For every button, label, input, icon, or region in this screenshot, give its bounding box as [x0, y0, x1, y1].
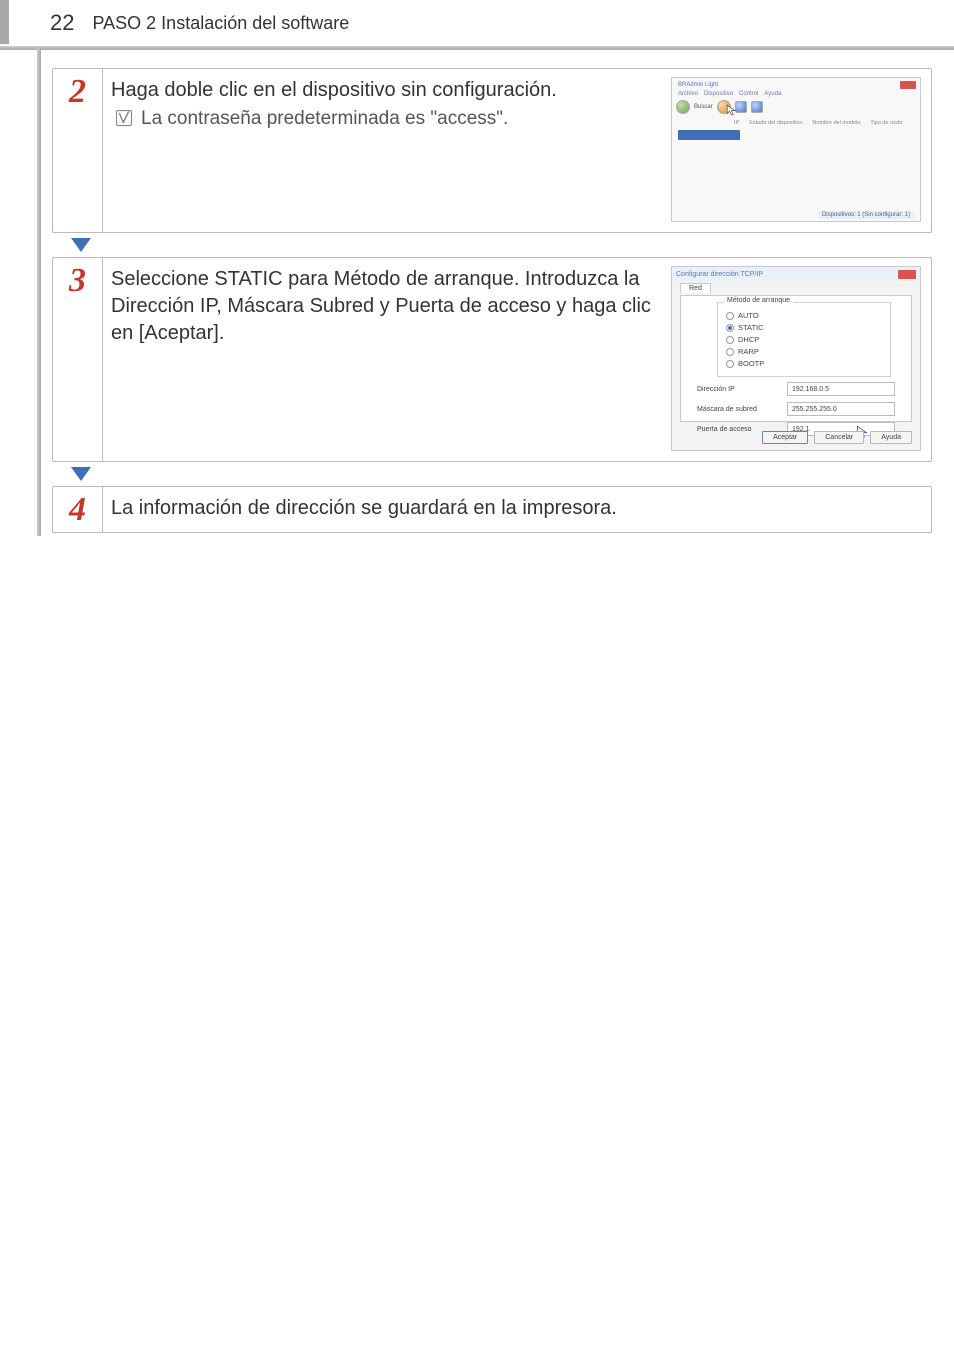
arrow-down-icon	[70, 466, 92, 482]
dialog-title: Configurar dirección TCP/IP	[676, 271, 763, 278]
help-button[interactable]: Ayuda	[870, 431, 912, 444]
step-text: Haga doble clic en el dispositivo sin co…	[111, 77, 661, 222]
radio-auto[interactable]: AUTO	[726, 311, 882, 320]
radio-label: BOOTP	[738, 359, 764, 368]
radio-label: STATIC	[738, 323, 764, 332]
radio-static[interactable]: STATIC	[726, 323, 882, 332]
boot-method-group: Método de arranque AUTO STATIC DHCP RARP…	[717, 302, 891, 377]
menu-item[interactable]: Ayuda	[764, 91, 781, 97]
status-bar: Dispositivos: 1 (Sin configurar: 1)	[818, 211, 914, 219]
step-number-cell: 3	[53, 258, 103, 461]
table-row-selected[interactable]	[678, 130, 740, 140]
ip-label: Dirección IP	[697, 386, 779, 393]
header-rule	[0, 46, 954, 50]
ok-button[interactable]: Aceptar	[762, 431, 808, 444]
column-header: IP	[734, 120, 739, 126]
screenshot-bradmin-window: BRAdmin Light Archivo Dispositivo Contro…	[671, 77, 921, 222]
menu-item[interactable]: Control	[739, 91, 758, 97]
step-instruction: La información de dirección se guardará …	[111, 495, 921, 522]
radio-label: RARP	[738, 347, 759, 356]
step-row-2: 2 Haga doble clic en el dispositivo sin …	[52, 68, 932, 233]
column-header: Tipo de nodo	[870, 120, 902, 126]
page-tab-edge	[0, 0, 9, 44]
arrow-down-icon	[70, 237, 92, 253]
radio-dhcp[interactable]: DHCP	[726, 335, 882, 344]
column-header: Estado del dispositivo	[749, 120, 802, 126]
tab-network[interactable]: Red	[680, 283, 711, 293]
screenshot-tcpip-dialog: Configurar dirección TCP/IP Red Método d…	[671, 266, 921, 451]
radio-bootp[interactable]: BOOTP	[726, 359, 882, 368]
column-header: Nombre del modelo	[812, 120, 860, 126]
info-icon[interactable]	[751, 101, 763, 113]
step-number: 4	[69, 491, 86, 529]
page-title: PASO 2 Instalación del software	[92, 13, 349, 34]
window-title: BRAdmin Light	[678, 82, 718, 88]
steps-container: 2 Haga doble clic en el dispositivo sin …	[52, 68, 932, 533]
step-number-cell: 2	[53, 69, 103, 232]
menu-item[interactable]: Archivo	[678, 91, 698, 97]
close-icon[interactable]	[900, 81, 916, 89]
radio-label: DHCP	[738, 335, 759, 344]
group-legend: Método de arranque	[724, 297, 793, 304]
step-row-3: 3 Seleccione STATIC para Método de arran…	[52, 257, 932, 462]
page-header: 22 PASO 2 Instalación del software	[0, 0, 954, 44]
note-icon	[115, 109, 133, 127]
side-rule	[37, 48, 41, 536]
step-number: 2	[69, 73, 86, 111]
step-instruction: Haga doble clic en el dispositivo sin co…	[111, 77, 661, 104]
mask-input[interactable]: 255.255.255.0	[787, 402, 895, 416]
step-separator	[52, 462, 932, 486]
page-number: 22	[50, 10, 74, 36]
step-note-text: La contraseña predeterminada es "access"…	[141, 106, 508, 132]
step-instruction: Seleccione STATIC para Método de arranqu…	[111, 266, 661, 451]
step-row-4: 4 La información de dirección se guardar…	[52, 486, 932, 533]
radio-rarp[interactable]: RARP	[726, 347, 882, 356]
dialog-panel: Método de arranque AUTO STATIC DHCP RARP…	[680, 295, 912, 422]
dialog-title-bar: Configurar dirección TCP/IP	[672, 267, 920, 281]
mask-label: Máscara de subred	[697, 406, 779, 413]
toolbar-label: Buscar	[694, 104, 713, 110]
cancel-button[interactable]: Cancelar	[814, 431, 864, 444]
cursor-icon	[726, 104, 738, 116]
menu-item[interactable]: Dispositivo	[704, 91, 733, 97]
menu-bar: Archivo Dispositivo Control Ayuda	[678, 91, 781, 97]
close-icon[interactable]	[898, 270, 916, 279]
search-icon[interactable]	[676, 100, 690, 114]
step-number-cell: 4	[53, 487, 103, 532]
fields-group: Dirección IP 192.168.0.5 Máscara de subr…	[697, 382, 895, 436]
radio-label: AUTO	[738, 311, 759, 320]
step-separator	[52, 233, 932, 257]
step-note: La contraseña predeterminada es "access"…	[111, 106, 661, 132]
ip-input[interactable]: 192.168.0.5	[787, 382, 895, 396]
toolbar: Buscar	[676, 100, 763, 114]
step-number: 3	[69, 262, 86, 300]
table-headers: IP Estado del dispositivo Nombre del mod…	[734, 120, 914, 126]
dialog-buttons: Aceptar Cancelar Ayuda	[762, 431, 912, 444]
